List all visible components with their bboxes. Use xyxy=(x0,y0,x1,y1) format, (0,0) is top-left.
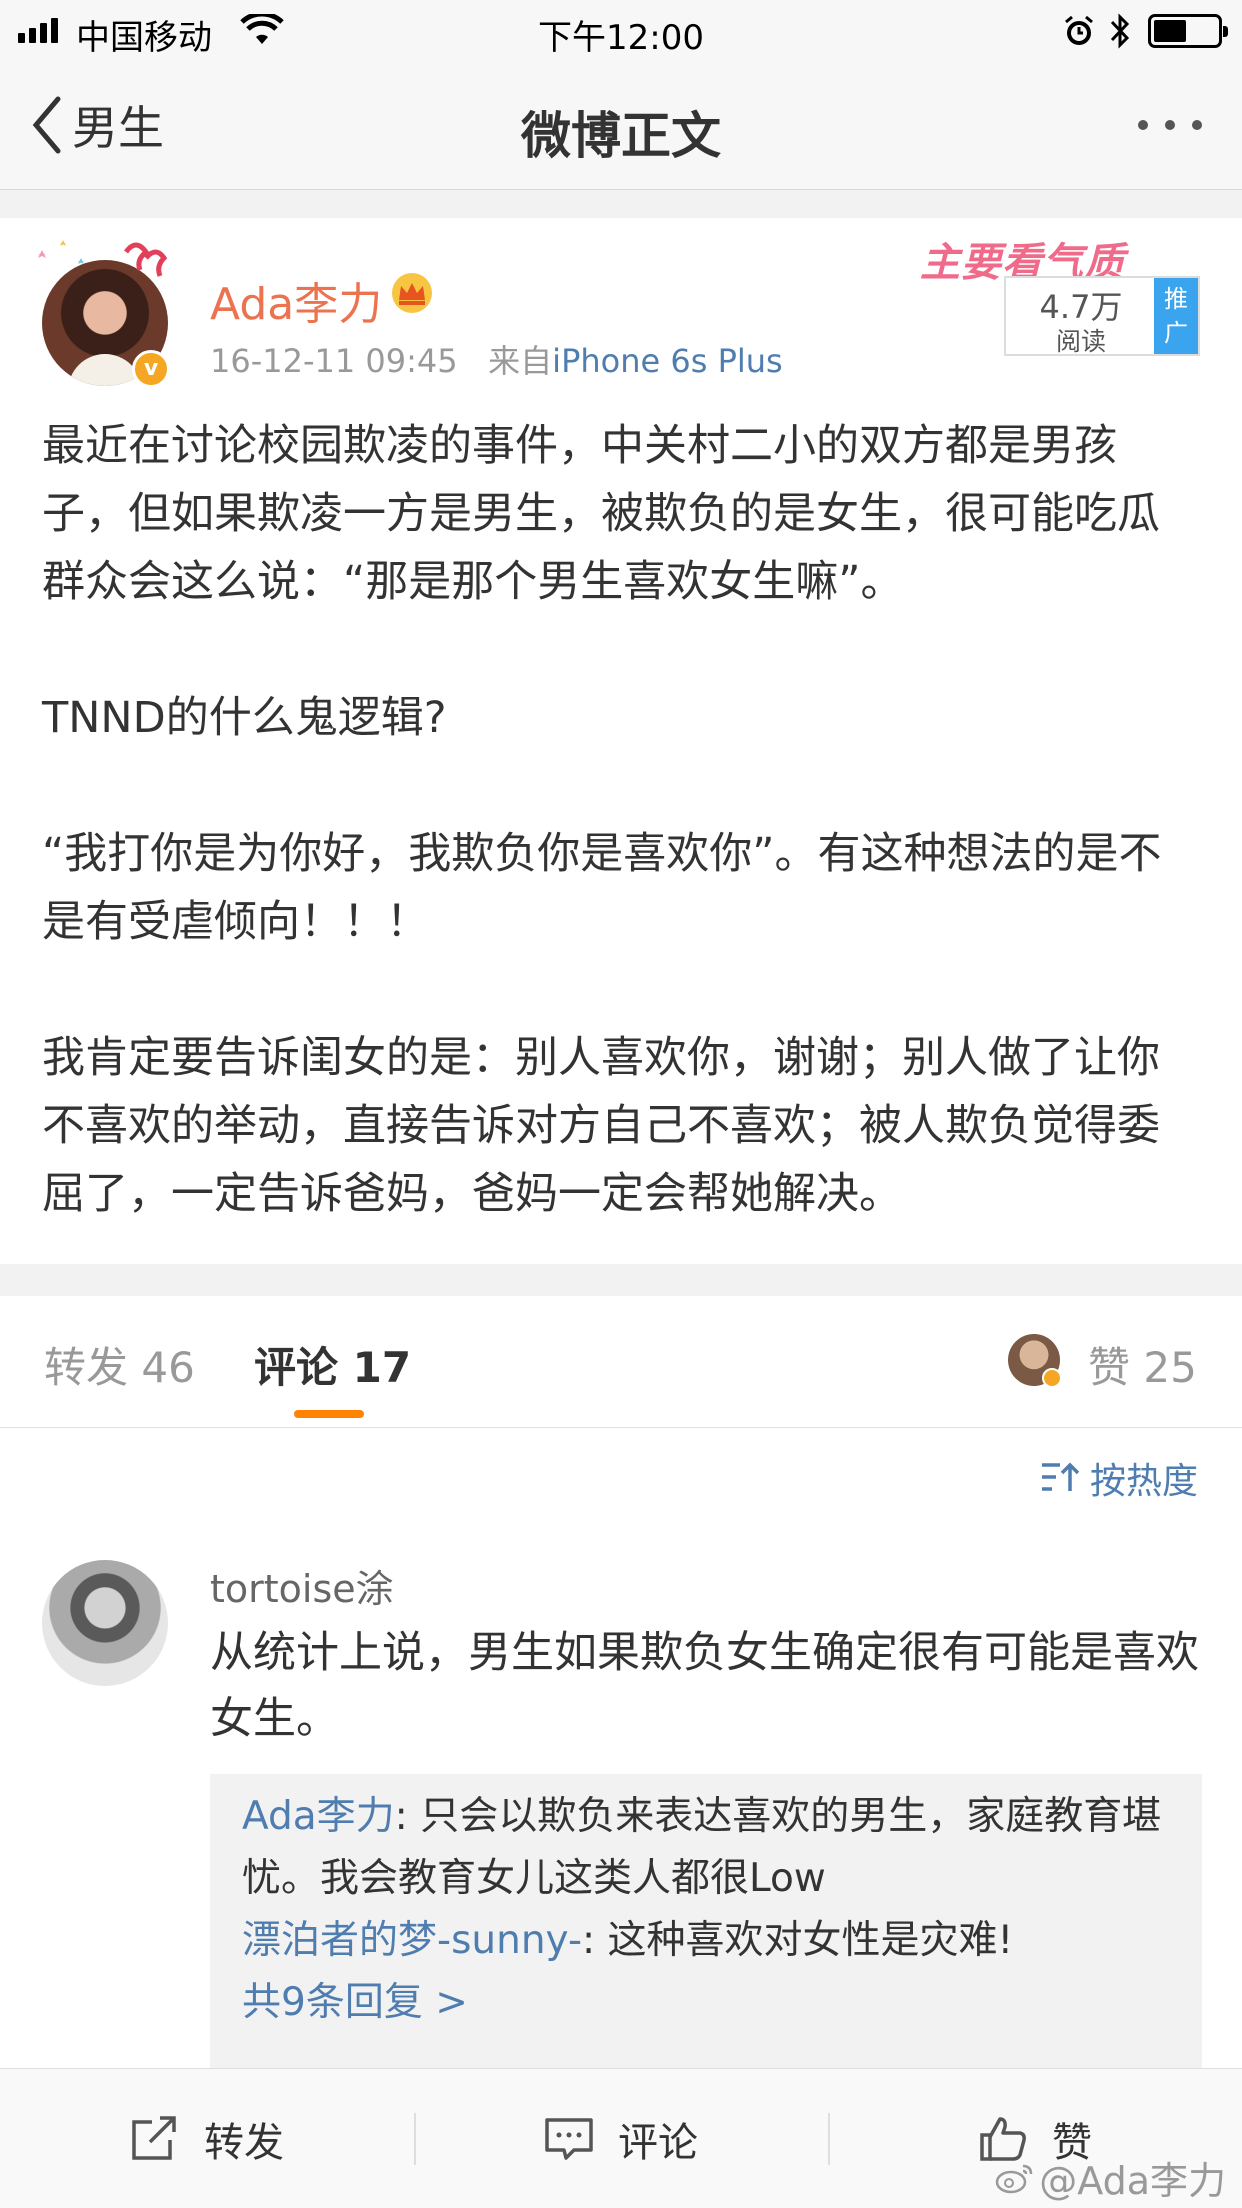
repost-icon xyxy=(132,2116,176,2160)
tab-like[interactable]: 赞 25 xyxy=(1088,1334,1197,1395)
tab-repost[interactable]: 转发 46 xyxy=(44,1334,195,1395)
commenter-avatar[interactable] xyxy=(42,1560,168,1686)
post-meta: 16-12-11 09:45 来自iPhone 6s Plus xyxy=(210,336,783,382)
read-count-box[interactable]: 4.7万 阅读 推广 xyxy=(1004,276,1200,356)
all-replies-link[interactable]: 共9条回复 > xyxy=(242,1972,1170,2034)
comment-list: 按热度 tortoise涂 从统计上说，男生如果欺负女生确定很有可能是喜欢女生。… xyxy=(0,1428,1242,2068)
post-date: 16-12-11 09:45 xyxy=(210,342,458,380)
read-label: 阅读 xyxy=(1055,327,1106,356)
watermark-text: @Ada李力 xyxy=(1039,2159,1226,2203)
comment-label: 评论 xyxy=(618,2120,698,2166)
comment-icon xyxy=(545,2118,593,2160)
liker-avatar[interactable] xyxy=(1008,1334,1062,1388)
verified-badge-icon: v xyxy=(132,350,170,388)
weibo-logo-icon xyxy=(996,2164,1033,2193)
reply-item: 漂泊者的梦-sunny-: 这种喜欢对女性是灾难! xyxy=(242,1910,1170,1972)
post-paragraph: “我打你是为你好，我欺负你是喜欢你”。有这种想法的是不是有受虐倾向！！！ xyxy=(42,829,1162,947)
status-bar: 中国移动 下午12:00 xyxy=(0,0,1242,62)
reply-user[interactable]: Ada李力 xyxy=(242,1794,395,1839)
sort-button[interactable]: 按热度 xyxy=(1040,1452,1198,1504)
more-dots-icon[interactable] xyxy=(1138,120,1202,130)
post-paragraph: 我肯定要告诉闺女的是：别人喜欢你，谢谢；别人做了让你不喜欢的举动，直接告诉对方自… xyxy=(42,1033,1160,1219)
avatar-decoration-icon xyxy=(38,240,168,277)
tab-comment[interactable]: 评论 17 xyxy=(254,1334,411,1395)
comment-text: 从统计上说，男生如果欺负女生确定很有可能是喜欢女生。 xyxy=(210,1628,1199,1744)
active-tab-indicator xyxy=(294,1410,364,1418)
repost-label: 转发 xyxy=(204,2120,284,2166)
reply-box[interactable]: Ada李力: 只会以欺负来表达喜欢的男生，家庭教育堪忧。我会教育女儿这类人都很L… xyxy=(210,1774,1202,2068)
crown-icon[interactable] xyxy=(390,272,434,318)
bluetooth-icon xyxy=(1108,12,1132,54)
post-paragraph: 最近在讨论校园欺凌的事件，中关村二小的双方都是男孩子，但如果欺凌一方是男生，被欺… xyxy=(42,421,1160,607)
interaction-tabs: 转发 46 评论 17 赞 25 xyxy=(0,1296,1242,1428)
reply-user[interactable]: 漂泊者的梦-sunny- xyxy=(242,1918,582,1963)
page-title: 微博正文 xyxy=(521,107,721,165)
sort-label: 按热度 xyxy=(1089,1461,1198,1502)
reply-item: Ada李力: 只会以欺负来表达喜欢的男生，家庭教育堪忧。我会教育女儿这类人都很L… xyxy=(242,1786,1170,1910)
commenter-name[interactable]: tortoise涂 xyxy=(210,1558,394,1613)
nav-bar: 男生 微博正文 xyxy=(0,62,1242,190)
comment-button[interactable]: 评论 xyxy=(414,2069,828,2208)
repost-button[interactable]: 转发 xyxy=(0,2069,414,2208)
alarm-icon xyxy=(1062,14,1096,52)
post-source[interactable]: iPhone 6s Plus xyxy=(552,342,783,380)
status-time: 下午12:00 xyxy=(538,18,704,58)
reply-text: : 这种喜欢对女性是灾难! xyxy=(582,1918,1014,1963)
battery-icon xyxy=(1148,14,1228,48)
author-name[interactable]: Ada李力 xyxy=(210,268,382,332)
sort-icon xyxy=(1041,1462,1080,1491)
weibo-post: v Ada李力 16-12-11 09:45 来自iPhone 6s Plus … xyxy=(0,218,1242,1264)
promo-tag[interactable]: 推广 xyxy=(1154,278,1198,354)
watermark: @Ada李力 xyxy=(995,2150,1226,2205)
post-paragraph: TNND的什么鬼逻辑? xyxy=(42,693,447,743)
post-content: 最近在讨论校园欺凌的事件，中关村二小的双方都是男孩子，但如果欺凌一方是男生，被欺… xyxy=(42,412,1202,1228)
source-prefix: 来自 xyxy=(488,342,553,380)
